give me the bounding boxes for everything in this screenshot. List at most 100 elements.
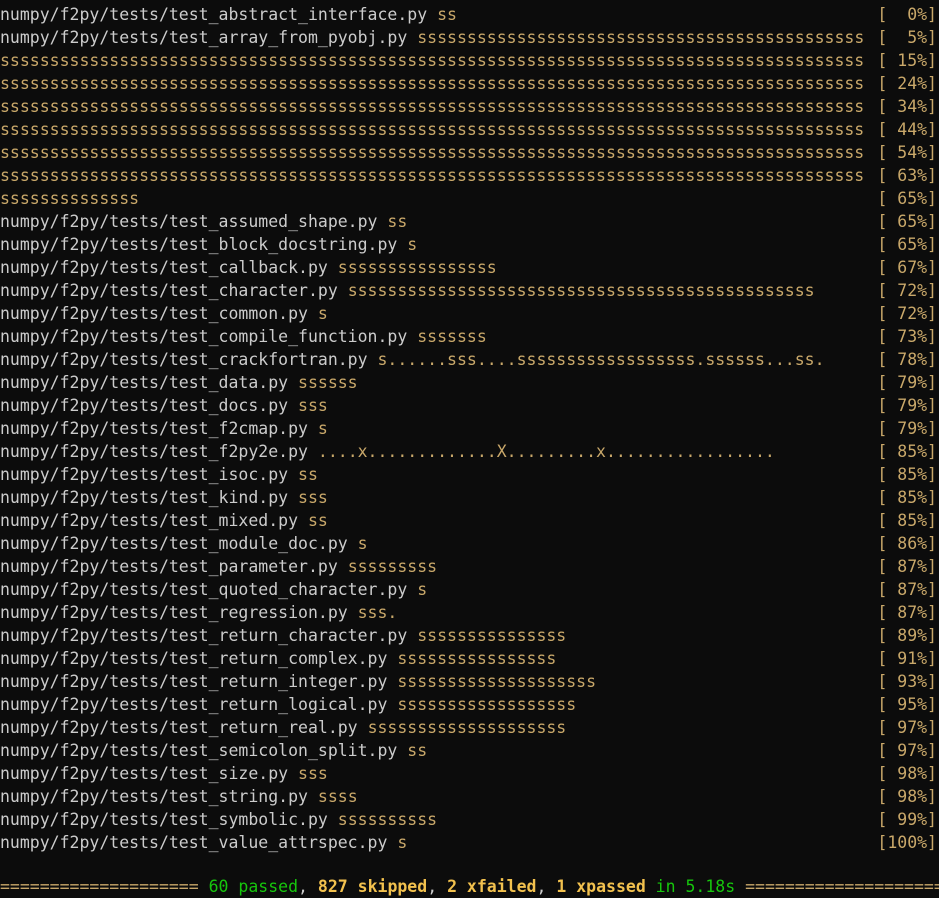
test-output-line: numpy/f2py/tests/test_kind.py sss [ 85%] <box>0 486 939 509</box>
test-file-path: numpy/f2py/tests/test_value_attrspec.py <box>0 833 398 852</box>
progress-percent: [ 73%] <box>877 327 937 346</box>
test-file-path: numpy/f2py/tests/test_docs.py <box>0 396 299 415</box>
test-result-marks: sss <box>298 488 328 507</box>
progress-percent: [ 79%] <box>877 373 937 392</box>
test-result-marks: ssssssssssssssssssssssssssssssssssssssss… <box>0 143 865 162</box>
test-result-marks: s <box>407 235 418 254</box>
progress-percent: [ 98%] <box>877 787 937 806</box>
test-result-marks: sssssssssssssss <box>417 626 567 645</box>
progress-percent: [ 65%] <box>877 235 937 254</box>
test-output-line: numpy/f2py/tests/test_return_real.py sss… <box>0 716 939 739</box>
test-result-marks: ss <box>298 465 318 484</box>
test-output-line: numpy/f2py/tests/test_mixed.py ss [ 85%] <box>0 509 939 532</box>
test-result-marks: s......sss....ssssssssssssssssss.ssssss.… <box>377 350 825 369</box>
test-result-marks: sss. <box>357 603 398 622</box>
progress-percent: [ 87%] <box>877 557 937 576</box>
test-result-marks: ssssssssssssssssssssssssssssssssssssssss… <box>0 120 865 139</box>
progress-percent: [ 79%] <box>877 419 937 438</box>
progress-percent: [ 79%] <box>877 396 937 415</box>
test-file-path: numpy/f2py/tests/test_return_complex.py <box>0 649 398 668</box>
test-result-marks: ssssssssssssssssssssssssssssssssssssssss… <box>347 281 815 300</box>
test-result-marks: s <box>417 580 428 599</box>
test-output-line: numpy/f2py/tests/test_array_from_pyobj.p… <box>0 26 939 49</box>
test-output-line: numpy/f2py/tests/test_f2py2e.py ....x...… <box>0 440 939 463</box>
test-file-path: numpy/f2py/tests/test_quoted_character.p… <box>0 580 418 599</box>
test-result-marks: ssssssssssssss <box>0 189 140 208</box>
test-result-marks: ss <box>387 212 408 231</box>
summary-right-rule: ==================== <box>745 877 939 896</box>
test-file-path: numpy/f2py/tests/test_block_docstring.py <box>0 235 408 254</box>
test-result-marks: ssssssssssssssssss <box>397 695 577 714</box>
summary-left-rule: ==================== <box>0 877 209 896</box>
test-output-line: numpy/f2py/tests/test_size.py sss [ 98%] <box>0 762 939 785</box>
test-result-marks: sss <box>298 764 328 783</box>
test-output-line: numpy/f2py/tests/test_crackfortran.py s.… <box>0 348 939 371</box>
test-output-line: numpy/f2py/tests/test_abstract_interface… <box>0 3 939 26</box>
test-output-line: numpy/f2py/tests/test_compile_function.p… <box>0 325 939 348</box>
progress-percent: [ 95%] <box>877 695 937 714</box>
progress-percent: [ 54%] <box>877 143 937 162</box>
test-result-marks: ssss <box>317 787 358 806</box>
test-output-line: numpy/f2py/tests/test_callback.py ssssss… <box>0 256 939 279</box>
progress-percent: [ 87%] <box>877 580 937 599</box>
test-file-path: numpy/f2py/tests/test_mixed.py <box>0 511 308 530</box>
progress-percent: [ 65%] <box>877 189 937 208</box>
test-output-line: numpy/f2py/tests/test_string.py ssss [ 98… <box>0 785 939 808</box>
progress-percent: [100%] <box>877 833 937 852</box>
progress-percent: [ 85%] <box>877 442 937 461</box>
test-output-line: ssssssssssssssssssssssssssssssssssssssss… <box>0 95 939 118</box>
test-file-path: numpy/f2py/tests/test_module_doc.py <box>0 534 358 553</box>
progress-percent: [ 72%] <box>877 304 937 323</box>
test-result-marks: ssssss <box>298 373 358 392</box>
test-output-line: numpy/f2py/tests/test_isoc.py ss [ 85%] <box>0 463 939 486</box>
progress-percent: [ 85%] <box>877 511 937 530</box>
progress-percent: [ 85%] <box>877 488 937 507</box>
test-result-marks: sssssss <box>417 327 487 346</box>
test-file-path: numpy/f2py/tests/test_f2py2e.py <box>0 442 318 461</box>
test-result-marks: ss <box>307 511 328 530</box>
skipped-count: 827 skipped <box>317 877 428 896</box>
summary-separator: , <box>298 877 318 896</box>
test-output-line: ssssssssssssssssssssssssssssssssssssssss… <box>0 49 939 72</box>
progress-percent: [ 91%] <box>877 649 937 668</box>
progress-percent: [ 87%] <box>877 603 937 622</box>
test-result-marks: ssssssssssssssssssss <box>367 718 567 737</box>
progress-percent: [ 24%] <box>877 74 937 93</box>
progress-percent: [ 72%] <box>877 281 937 300</box>
test-output-line: numpy/f2py/tests/test_module_doc.py s [ 8… <box>0 532 939 555</box>
test-output-line: ssssssssssssssssssssssssssssssssssssssss… <box>0 72 939 95</box>
progress-percent: [ 97%] <box>877 718 937 737</box>
test-file-path: numpy/f2py/tests/test_f2cmap.py <box>0 419 318 438</box>
progress-percent: [ 67%] <box>877 258 937 277</box>
test-output-line: numpy/f2py/tests/test_assumed_shape.py s… <box>0 210 939 233</box>
test-file-path: numpy/f2py/tests/test_isoc.py <box>0 465 299 484</box>
test-result-marks: s <box>317 304 328 323</box>
test-file-path: numpy/f2py/tests/test_semicolon_split.py <box>0 741 408 760</box>
test-output-line: numpy/f2py/tests/test_quoted_character.p… <box>0 578 939 601</box>
terminal-output[interactable]: numpy/f2py/tests/test_abstract_interface… <box>0 0 939 897</box>
test-output-line: numpy/f2py/tests/test_return_logical.py … <box>0 693 939 716</box>
test-result-marks: ssssssssssssssssssssssssssssssssssssssss… <box>417 28 865 47</box>
test-output-line: numpy/f2py/tests/test_parameter.py sssss… <box>0 555 939 578</box>
progress-percent: [ 65%] <box>877 212 937 231</box>
test-file-path: numpy/f2py/tests/test_crackfortran.py <box>0 350 378 369</box>
test-output-line: numpy/f2py/tests/test_return_integer.py … <box>0 670 939 693</box>
test-result-marks: ssssssssssssssssssss <box>397 672 597 691</box>
progress-percent: [ 0%] <box>877 5 937 24</box>
test-file-path: numpy/f2py/tests/test_return_real.py <box>0 718 368 737</box>
test-result-marks: ss <box>437 5 457 24</box>
test-result-marks: ssssssssssssssssssssssssssssssssssssssss… <box>0 74 865 93</box>
test-file-path: numpy/f2py/tests/test_regression.py <box>0 603 358 622</box>
test-file-path: numpy/f2py/tests/test_return_integer.py <box>0 672 398 691</box>
test-output-line: numpy/f2py/tests/test_return_character.p… <box>0 624 939 647</box>
test-result-marks: ssssssssss <box>337 810 438 829</box>
test-file-path: numpy/f2py/tests/test_return_logical.py <box>0 695 398 714</box>
progress-percent: [ 78%] <box>877 350 937 369</box>
test-output-line: numpy/f2py/tests/test_regression.py sss.… <box>0 601 939 624</box>
test-output-line: ssssssssssssssssssssssssssssssssssssssss… <box>0 118 939 141</box>
test-result-marks: ssssssssssssssss <box>397 649 557 668</box>
test-file-path: numpy/f2py/tests/test_symbolic.py <box>0 810 338 829</box>
test-result-marks: s <box>397 833 408 852</box>
test-result-marks: ssssssssssssssssssssssssssssssssssssssss… <box>0 97 865 116</box>
test-file-path: numpy/f2py/tests/test_common.py <box>0 304 318 323</box>
